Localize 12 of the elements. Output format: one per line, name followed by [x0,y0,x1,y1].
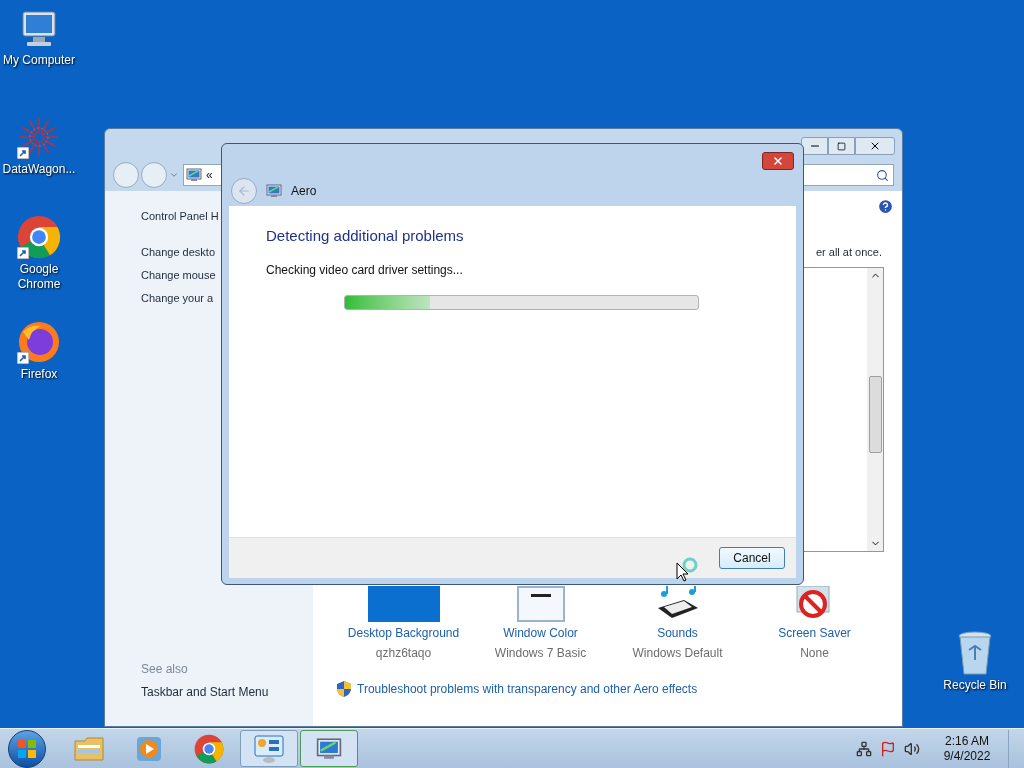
dialog-heading: Detecting additional problems [266,227,465,245]
theme-setting-value: qzhz6taqo [375,646,432,661]
description-text: er all at once. [815,245,882,259]
theme-setting-value: Windows Default [632,646,723,661]
theme-setting-value: None [800,646,829,661]
dialog-title: Aero [291,183,317,200]
status-text: Checking video card driver settings... [266,263,464,278]
clock-date: 9/4/2022 [943,748,991,764]
clock-time: 2:16 AM [945,733,989,749]
theme-setting-value: Windows 7 Basic [494,646,587,661]
address-text: « [206,167,213,184]
see-also-heading: See also [141,662,189,677]
